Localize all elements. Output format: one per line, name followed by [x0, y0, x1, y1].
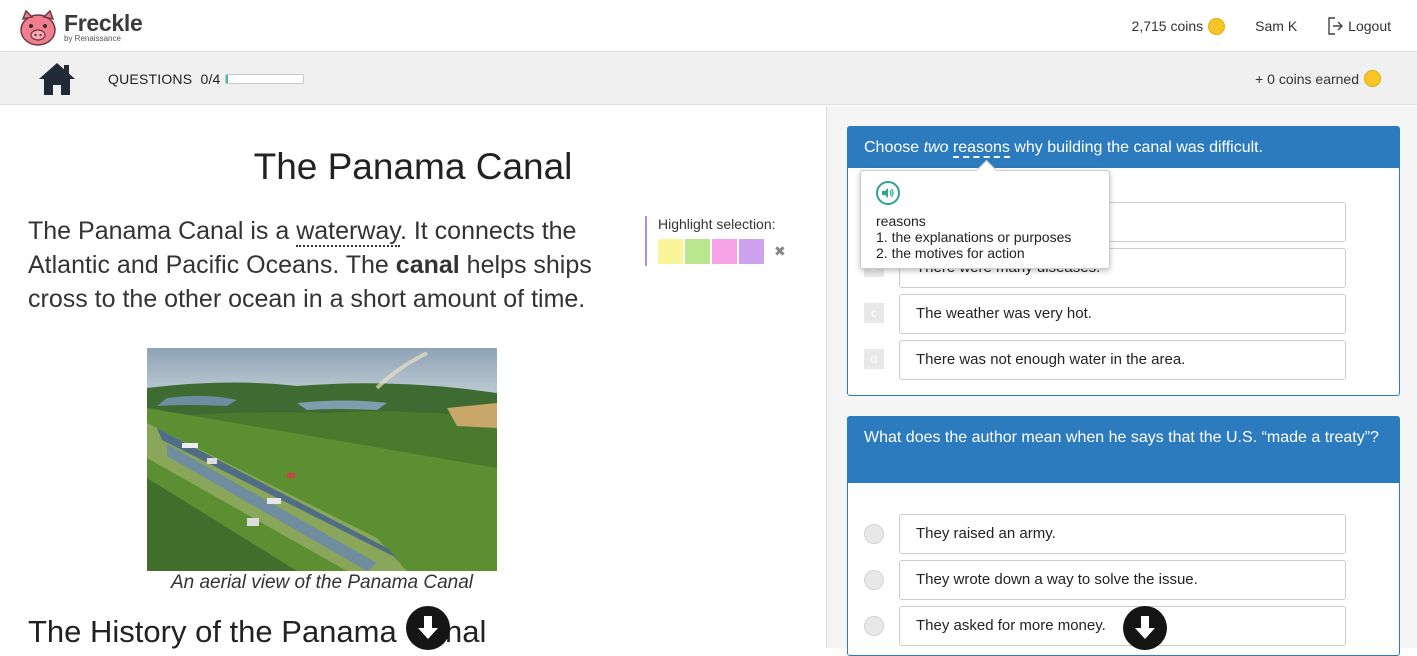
vocab-word-waterway[interactable]: waterway	[296, 217, 400, 247]
arrow-down-icon	[1135, 616, 1155, 639]
answer-radio-3[interactable]	[864, 616, 884, 636]
answer-option-1[interactable]: They raised an army.	[899, 514, 1346, 554]
scroll-down-button[interactable]	[406, 606, 450, 650]
tooltip-definition-2: 2. the motives for action	[876, 245, 1025, 261]
answer-option-d[interactable]: There was not enough water in the area.	[899, 340, 1346, 380]
questions-count: 0/4	[200, 71, 221, 87]
photo-caption: An aerial view of the Panama Canal	[170, 572, 474, 593]
scroll-down-button[interactable]	[1123, 606, 1167, 650]
questions-counter: QUESTIONS 0/4	[108, 71, 221, 87]
highlight-label: Highlight selection:	[658, 216, 776, 232]
tooltip-word: reasons	[876, 213, 926, 229]
question-1-prompt: Choose two reasons why building the cana…	[848, 127, 1399, 168]
bold-word-canal: canal	[395, 251, 460, 279]
speaker-button[interactable]	[876, 181, 900, 205]
article-panel: The Panama Canal The Panama Canal is a w…	[0, 106, 826, 650]
option-letter-d[interactable]: d	[864, 349, 884, 369]
freckle-logo[interactable]: Freckle by Renaissance	[18, 9, 143, 47]
article-paragraph: The Panama Canal is a waterway. It conne…	[28, 214, 618, 316]
coin-icon	[1364, 70, 1381, 87]
highlight-tool: Highlight selection: ✖	[645, 216, 795, 266]
arrow-down-icon	[418, 616, 438, 639]
clear-highlight-icon[interactable]: ✖	[774, 243, 786, 260]
brand-name: Freckle	[64, 10, 143, 36]
canal-aerial-photo	[147, 348, 497, 571]
definition-tooltip: reasons 1. the explanations or purposes …	[860, 170, 1110, 269]
logout-label: Logout	[1348, 18, 1391, 34]
highlight-purple[interactable]	[739, 239, 764, 264]
answer-option-2[interactable]: They wrote down a way to solve the issue…	[899, 560, 1346, 600]
coins-earned: + 0 coins earned	[1255, 70, 1381, 87]
prompt-emphasis: two	[923, 139, 949, 156]
progress-bar-area: QUESTIONS 0/4 + 0 coins earned	[0, 53, 1417, 105]
tooltip-definition-1: 1. the explanations or purposes	[876, 229, 1072, 245]
questions-label: QUESTIONS	[108, 71, 193, 87]
para-text: The Panama Canal is a	[28, 217, 297, 245]
highlight-pink[interactable]	[712, 239, 737, 264]
pig-logo-icon	[20, 9, 56, 46]
home-icon[interactable]	[38, 61, 76, 97]
answer-radio-2[interactable]	[864, 570, 884, 590]
highlight-green[interactable]	[685, 239, 710, 264]
logout-button[interactable]: Logout	[1327, 17, 1391, 35]
option-letter-c[interactable]: c	[864, 303, 884, 323]
speaker-icon	[882, 188, 894, 198]
coins-earned-text: + 0 coins earned	[1255, 70, 1359, 87]
prompt-text: why building the canal was difficult.	[1009, 139, 1264, 156]
questions-progress	[225, 74, 304, 84]
vocab-word-reasons[interactable]: reasons	[952, 139, 1010, 158]
user-name[interactable]: Sam K	[1255, 18, 1297, 34]
top-bar: Freckle by Renaissance 2,715 coins Sam K…	[0, 0, 1417, 52]
answer-radio-1[interactable]	[864, 524, 884, 544]
coins-text: 2,715 coins	[1131, 18, 1204, 34]
coin-icon	[1208, 17, 1226, 35]
article-title: The Panama Canal	[253, 146, 573, 187]
question-2-prompt: What does the author mean when he says t…	[848, 417, 1399, 483]
questions-progress-fill	[226, 75, 228, 83]
highlight-yellow[interactable]	[658, 239, 683, 264]
prompt-text: Choose	[864, 139, 924, 156]
coins-balance: 2,715 coins	[1131, 17, 1226, 35]
answer-option-c[interactable]: The weather was very hot.	[899, 294, 1346, 334]
logout-icon	[1328, 17, 1344, 35]
